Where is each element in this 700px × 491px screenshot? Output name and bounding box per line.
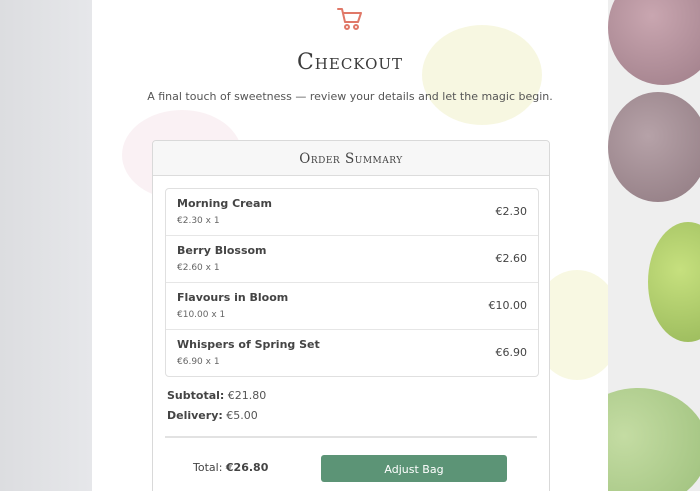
macaron-image xyxy=(648,222,700,342)
item-price: €2.30 xyxy=(495,205,528,218)
item-name: Morning Cream xyxy=(177,197,272,210)
total-row: Total: €26.80 xyxy=(193,461,268,474)
order-items-list: Morning Cream €2.30 x 1 €2.30 Berry Blos… xyxy=(165,188,539,377)
item-quantity: €2.30 x 1 xyxy=(177,216,220,226)
page-title: Checkout xyxy=(296,50,404,75)
item-quantity: €2.60 x 1 xyxy=(177,263,220,273)
item-name: Flavours in Bloom xyxy=(177,291,289,304)
cart-icon xyxy=(337,8,362,30)
divider xyxy=(165,436,537,438)
item-name: Whispers of Spring Set xyxy=(177,338,320,351)
list-item: Whispers of Spring Set €6.90 x 1 €6.90 xyxy=(166,330,538,376)
item-quantity: €10.00 x 1 xyxy=(177,310,226,320)
list-item: Berry Blossom €2.60 x 1 €2.60 xyxy=(166,236,538,283)
item-quantity: €6.90 x 1 xyxy=(177,357,220,367)
background-decoration xyxy=(422,25,542,125)
order-summary-card: Order Summary Morning Cream €2.30 x 1 €2… xyxy=(152,140,550,491)
item-price: €2.60 xyxy=(495,252,528,265)
subtotal-row: Subtotal: €21.80 xyxy=(167,389,266,402)
adjust-bag-button[interactable]: Adjust Bag xyxy=(321,455,507,482)
subtotal-value: €21.80 xyxy=(227,389,267,402)
macaron-image xyxy=(608,0,700,85)
subtotal-label: Subtotal: xyxy=(167,389,225,402)
background-left xyxy=(0,0,92,491)
checkout-panel: Checkout A final touch of sweetness — re… xyxy=(92,0,608,491)
delivery-row: Delivery: €5.00 xyxy=(167,409,258,422)
delivery-label: Delivery: xyxy=(167,409,223,422)
item-name: Berry Blossom xyxy=(177,244,267,257)
macaron-image xyxy=(608,388,700,491)
background-right xyxy=(608,0,700,491)
page-subtitle: A final touch of sweetness — review your… xyxy=(147,90,553,103)
macaron-image xyxy=(608,92,700,202)
list-item: Morning Cream €2.30 x 1 €2.30 xyxy=(166,189,538,236)
total-value: €26.80 xyxy=(225,461,269,474)
total-label: Total: xyxy=(193,461,223,474)
order-summary-title: Order Summary xyxy=(153,141,549,176)
delivery-value: €5.00 xyxy=(226,409,258,422)
item-price: €10.00 xyxy=(488,299,528,312)
list-item: Flavours in Bloom €10.00 x 1 €10.00 xyxy=(166,283,538,330)
item-price: €6.90 xyxy=(495,346,528,359)
